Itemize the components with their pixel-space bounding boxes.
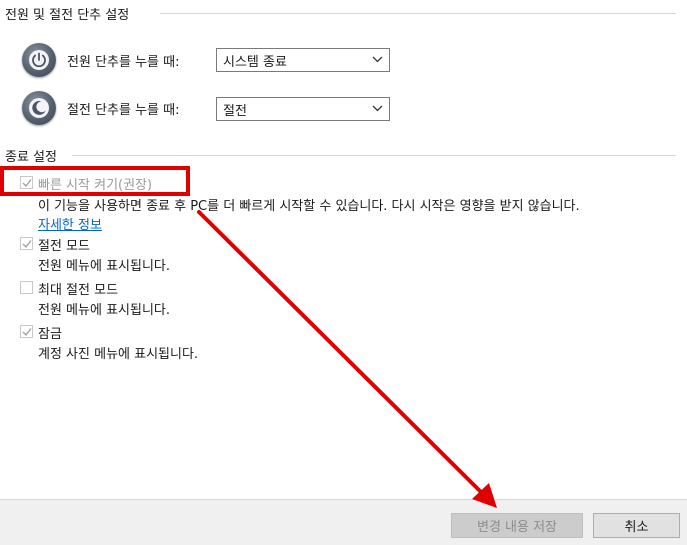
sleep-button-label: 절전 단추를 누를 때:: [67, 103, 180, 118]
fast-startup-description: 이 기능을 사용하면 종료 후 PC를 더 빠르게 시작할 수 있습니다. 다시…: [38, 199, 580, 214]
cancel-button[interactable]: 취소: [593, 513, 680, 538]
lock-description: 계정 사진 메뉴에 표시됩니다.: [38, 347, 199, 362]
power-buttons-divider-wrap: [0, 3, 687, 23]
checkmark-icon: [22, 240, 32, 249]
hibernate-label: 최대 절전 모드: [38, 283, 119, 298]
lock-label: 잠금: [38, 327, 62, 342]
hibernate-description: 전원 메뉴에 표시됩니다.: [38, 303, 170, 318]
sleep-button-select[interactable]: 절전: [216, 97, 390, 121]
sleep-button-row: 절전 단추를 누를 때:: [22, 91, 179, 125]
section-divider: [160, 13, 676, 14]
sleep-button-select-value: 절전: [223, 103, 247, 119]
sleep-description: 전원 메뉴에 표시됩니다.: [38, 259, 170, 274]
more-info-link[interactable]: 자세한 정보: [38, 214, 102, 233]
chevron-down-icon: [372, 54, 383, 69]
sleep-checkbox[interactable]: [20, 237, 33, 250]
save-changes-button[interactable]: 변경 내용 저장: [451, 513, 583, 538]
chevron-down-icon: [372, 103, 383, 118]
power-button-select[interactable]: 시스템 종료: [216, 48, 390, 72]
checkmark-icon: [22, 328, 32, 337]
footer-bar: [0, 500, 687, 545]
section-divider: [72, 155, 676, 156]
power-button-row: 전원 단추를 누를 때:: [22, 43, 179, 77]
hibernate-checkbox[interactable]: [20, 281, 33, 294]
shutdown-divider-wrap: [0, 145, 687, 165]
annotation-highlight-box: [0, 166, 190, 196]
lock-checkbox[interactable]: [20, 325, 33, 338]
power-button-select-value: 시스템 종료: [223, 54, 287, 70]
power-icon: [22, 43, 56, 77]
moon-icon: [22, 91, 56, 125]
sleep-label: 절전 모드: [38, 239, 90, 254]
power-button-label: 전원 단추를 누를 때:: [67, 55, 180, 70]
